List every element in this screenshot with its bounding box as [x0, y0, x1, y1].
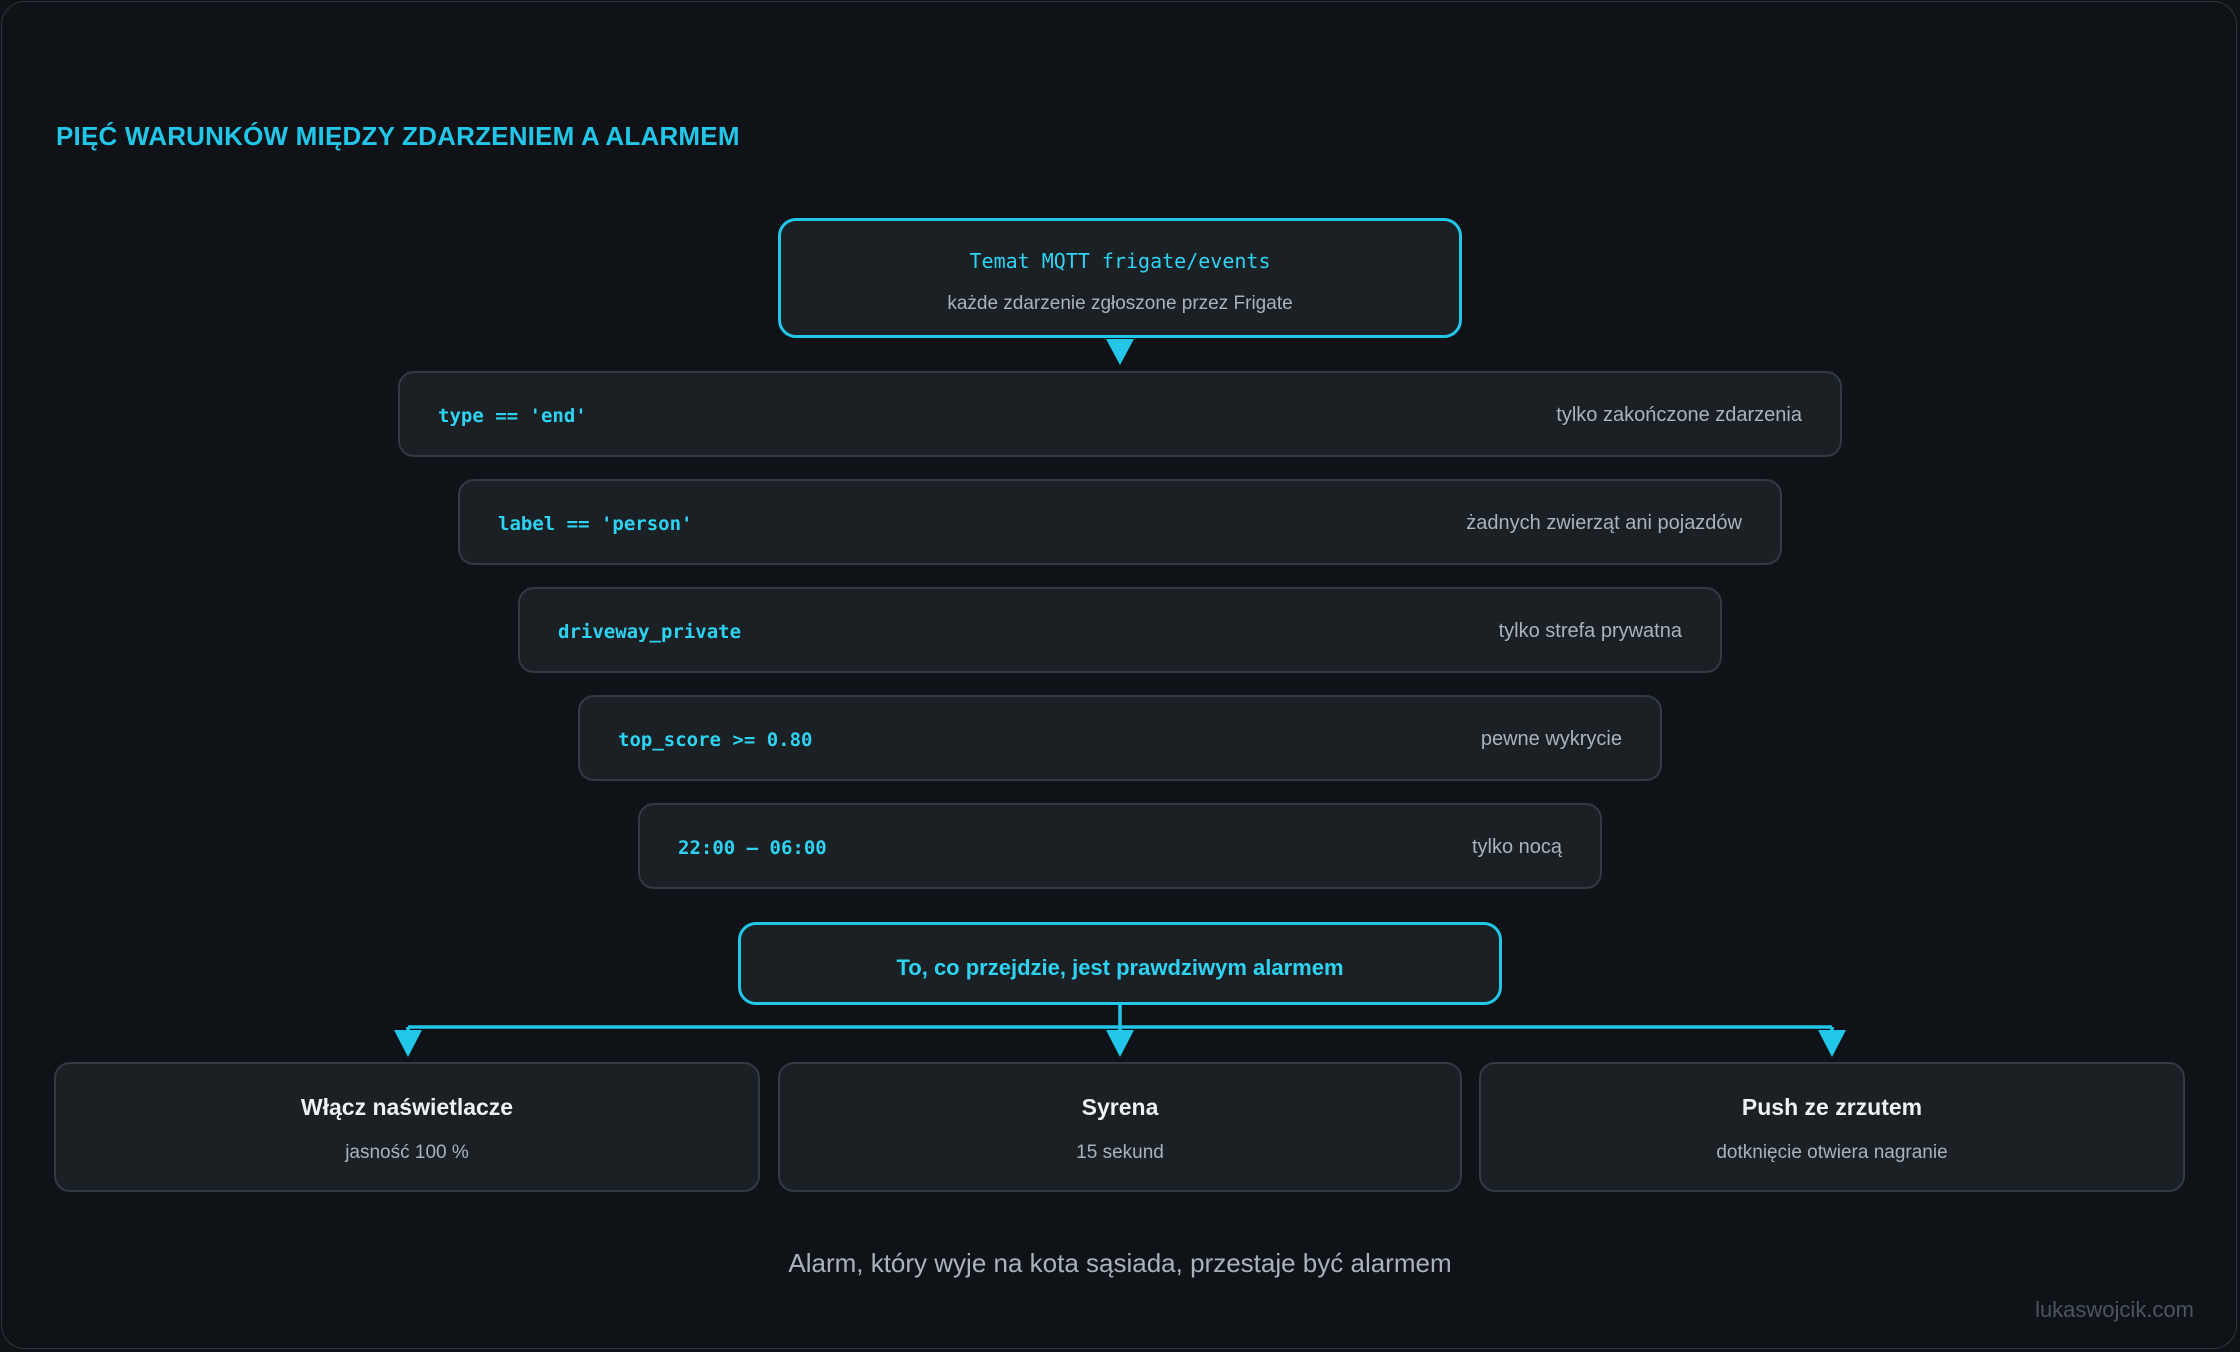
condition-code: label == 'person'	[498, 513, 693, 535]
condition-box-zone: driveway_private tylko strefa prywatna	[518, 587, 1722, 673]
source-box: Temat MQTT frigate/events każde zdarzeni…	[778, 218, 1462, 338]
source-subtitle: każde zdarzenie zgłoszone przez Frigate	[947, 293, 1293, 314]
watermark: lukaswojcik.com	[2035, 1297, 2194, 1322]
output-box-push: Push ze zrzutem dotknięcie otwiera nagra…	[1479, 1062, 2185, 1192]
condition-code: 22:00 – 06:00	[678, 837, 827, 859]
condition-description: tylko zakończone zdarzenia	[1556, 404, 1802, 426]
source-title: Temat MQTT frigate/events	[969, 249, 1271, 273]
output-subtitle: 15 sekund	[1076, 1142, 1164, 1163]
output-title: Syrena	[1081, 1094, 1159, 1120]
output-title: Włącz naświetlacze	[300, 1094, 514, 1120]
condition-box-label: label == 'person' żadnych zwierząt ani p…	[458, 479, 1782, 565]
condition-description: żadnych zwierząt ani pojazdów	[1466, 512, 1742, 534]
condition-box-type: type == 'end' tylko zakończone zdarzenia	[398, 371, 1842, 457]
branch-arrowhead-left	[394, 1030, 422, 1057]
result-label: To, co przejdzie, jest prawdziwym alarme…	[896, 955, 1344, 980]
condition-description: tylko strefa prywatna	[1498, 620, 1682, 642]
condition-code: top_score >= 0.80	[618, 729, 813, 751]
source-arrowhead	[1106, 339, 1134, 365]
footer-caption: Alarm, który wyje na kota sąsiada, przes…	[788, 1248, 1452, 1278]
condition-box-time: 22:00 – 06:00 tylko nocą	[638, 803, 1602, 889]
condition-code: driveway_private	[558, 621, 742, 643]
output-box-floodlights: Włącz naświetlacze jasność 100 %	[54, 1062, 760, 1192]
output-subtitle: jasność 100 %	[345, 1142, 469, 1163]
output-box-siren: Syrena 15 sekund	[778, 1062, 1462, 1192]
condition-code: type == 'end'	[438, 405, 587, 427]
output-subtitle: dotknięcie otwiera nagranie	[1716, 1142, 1948, 1163]
output-title: Push ze zrzutem	[1741, 1094, 1923, 1120]
branch-arrowhead-right	[1818, 1030, 1846, 1057]
condition-description: tylko nocą	[1471, 836, 1562, 858]
result-box: To, co przejdzie, jest prawdziwym alarme…	[738, 922, 1502, 1005]
branch-arrowhead-middle	[1106, 1030, 1134, 1057]
condition-description: pewne wykrycie	[1480, 728, 1622, 750]
condition-box-score: top_score >= 0.80 pewne wykrycie	[578, 695, 1662, 781]
